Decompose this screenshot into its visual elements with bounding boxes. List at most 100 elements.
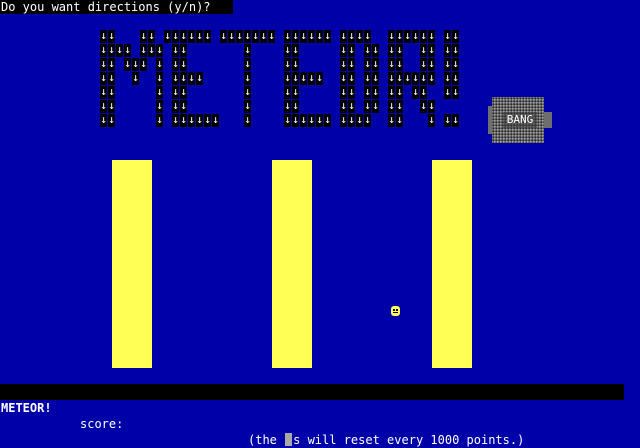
logo-arrow-icon: ↓ (172, 71, 179, 85)
logo-arrow-icon: ↓ (180, 99, 187, 113)
logo-arrow-icon: ↓ (188, 113, 195, 127)
logo-arrow-icon: ↓ (364, 71, 371, 85)
logo-arrow-icon: ↓ (396, 29, 403, 43)
logo-arrow-icon: ↓ (148, 29, 155, 43)
logo-arrow-icon: ↓ (372, 99, 379, 113)
logo-arrow-icon: ↓ (340, 99, 347, 113)
logo-arrow-icon: ↓ (356, 113, 363, 127)
shield-pillar-left (112, 160, 152, 368)
logo-arrow-icon: ↓ (364, 57, 371, 71)
directions-prompt[interactable]: Do you want directions (y/n)? (0, 0, 233, 14)
logo-arrow-icon: ↓ (172, 43, 179, 57)
logo-arrow-icon: ↓ (396, 85, 403, 99)
logo-arrow-icon: ↓ (340, 113, 347, 127)
logo-arrow-icon: ↓ (388, 57, 395, 71)
logo-arrow-icon: ↓ (180, 43, 187, 57)
logo-arrow-icon: ↓ (340, 71, 347, 85)
status-bar: METEOR! score: (the s will reset every 1… (0, 384, 624, 447)
logo-arrow-icon: ↓ (324, 29, 331, 43)
logo-arrow-icon: ↓ (420, 43, 427, 57)
logo-arrow-icon: ↓ (396, 71, 403, 85)
logo-arrow-icon: ↓ (284, 85, 291, 99)
logo-arrow-icon: ↓ (420, 29, 427, 43)
logo-arrow-icon: ↓ (108, 99, 115, 113)
logo-arrow-icon: ↓ (396, 43, 403, 57)
shield-pillar-middle (272, 160, 312, 368)
logo-arrow-icon: ↓ (292, 29, 299, 43)
logo-arrow-icon: ↓ (340, 43, 347, 57)
logo-arrow-icon: ↓ (124, 57, 131, 71)
logo-arrow-icon: ↓ (100, 85, 107, 99)
explosion-fragment (544, 112, 552, 128)
logo-arrow-icon: ↓ (108, 57, 115, 71)
logo-arrow-icon: ↓ (268, 29, 275, 43)
logo-arrow-icon: ↓ (172, 99, 179, 113)
logo-arrow-icon: ↓ (388, 99, 395, 113)
logo-arrow-icon: ↓ (292, 43, 299, 57)
logo-arrow-icon: ↓ (404, 29, 411, 43)
logo-arrow-icon: ↓ (452, 85, 459, 99)
logo-arrow-icon: ↓ (164, 29, 171, 43)
logo-arrow-icon: ↓ (156, 57, 163, 71)
logo-arrow-icon: ↓ (292, 57, 299, 71)
logo-arrow-icon: ↓ (172, 85, 179, 99)
logo-arrow-icon: ↓ (172, 57, 179, 71)
logo-arrow-icon: ↓ (372, 57, 379, 71)
logo-arrow-icon: ↓ (444, 29, 451, 43)
logo-arrow-icon: ↓ (300, 29, 307, 43)
logo-arrow-icon: ↓ (364, 99, 371, 113)
logo-arrow-icon: ↓ (292, 113, 299, 127)
reset-note: (the s will reset every 1000 points.) (248, 432, 524, 448)
logo-arrow-icon: ↓ (412, 71, 419, 85)
logo-arrow-icon: ↓ (260, 29, 267, 43)
logo-arrow-icon: ↓ (356, 29, 363, 43)
logo-arrow-icon: ↓ (388, 71, 395, 85)
logo-arrow-icon: ↓ (340, 57, 347, 71)
logo-arrow-icon: ↓ (452, 29, 459, 43)
logo-arrow-icon: ↓ (428, 29, 435, 43)
logo-arrow-icon: ↓ (444, 57, 451, 71)
logo-arrow-icon: ↓ (428, 99, 435, 113)
logo-arrow-icon: ↓ (364, 29, 371, 43)
logo-arrow-icon: ↓ (108, 85, 115, 99)
logo-arrow-icon: ↓ (140, 43, 147, 57)
logo-arrow-icon: ↓ (372, 43, 379, 57)
logo-arrow-icon: ↓ (340, 85, 347, 99)
logo-arrow-icon: ↓ (284, 71, 291, 85)
logo-arrow-icon: ↓ (156, 85, 163, 99)
logo-arrow-icon: ↓ (244, 71, 251, 85)
logo-arrow-icon: ↓ (156, 71, 163, 85)
logo-arrow-icon: ↓ (284, 29, 291, 43)
logo-arrow-icon: ↓ (420, 99, 427, 113)
logo-arrow-icon: ↓ (188, 29, 195, 43)
logo-arrow-icon: ↓ (252, 29, 259, 43)
logo-arrow-icon: ↓ (172, 29, 179, 43)
logo-arrow-icon: ↓ (364, 113, 371, 127)
logo-arrow-icon: ↓ (388, 29, 395, 43)
logo-arrow-icon: ↓ (316, 113, 323, 127)
logo-arrow-icon: ↓ (244, 99, 251, 113)
logo-arrow-icon: ↓ (348, 71, 355, 85)
logo-arrow-icon: ↓ (420, 71, 427, 85)
logo-arrow-icon: ↓ (196, 71, 203, 85)
score-label: score: (80, 417, 124, 431)
logo-arrow-icon: ↓ (244, 29, 251, 43)
logo-arrow-icon: ↓ (244, 43, 251, 57)
logo-arrow-icon: ↓ (452, 43, 459, 57)
logo-arrow-icon: ↓ (452, 57, 459, 71)
bang-label: BANG (503, 112, 537, 128)
logo-arrow-icon: ↓ (236, 29, 243, 43)
logo-arrow-icon: ↓ (300, 113, 307, 127)
logo-arrow-icon: ↓ (412, 29, 419, 43)
logo-arrow-icon: ↓ (404, 71, 411, 85)
logo-arrow-icon: ↓ (140, 57, 147, 71)
logo-arrow-icon: ↓ (388, 85, 395, 99)
logo-arrow-icon: ↓ (180, 71, 187, 85)
logo-arrow-icon: ↓ (116, 43, 123, 57)
logo-arrow-icon: ↓ (388, 113, 395, 127)
logo-arrow-icon: ↓ (172, 113, 179, 127)
logo-arrow-icon: ↓ (204, 29, 211, 43)
logo-arrow-icon: ↓ (428, 57, 435, 71)
logo-arrow-icon: ↓ (308, 71, 315, 85)
logo-arrow-icon: ↓ (292, 85, 299, 99)
